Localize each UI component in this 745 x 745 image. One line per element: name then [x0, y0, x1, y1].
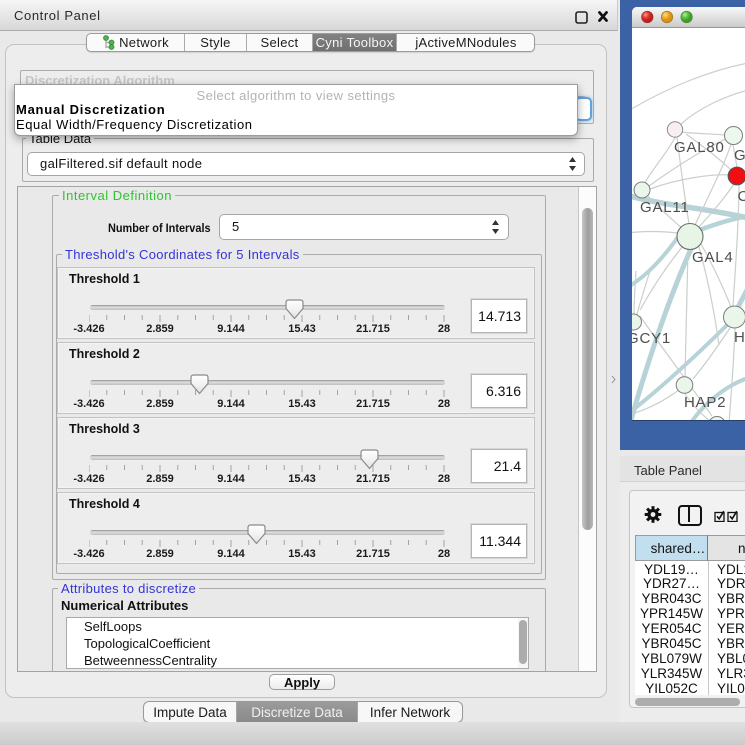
svg-text:H: H [734, 329, 745, 346]
svg-text:GAL80: GAL80 [674, 139, 725, 156]
svg-text:GA: GA [734, 147, 745, 164]
svg-text:C: C [738, 188, 745, 205]
svg-text:GAL4: GAL4 [692, 249, 734, 266]
svg-text:HAP2: HAP2 [684, 394, 726, 411]
svg-text:GCY1: GCY1 [632, 330, 671, 347]
svg-text:GAL11: GAL11 [640, 199, 690, 216]
